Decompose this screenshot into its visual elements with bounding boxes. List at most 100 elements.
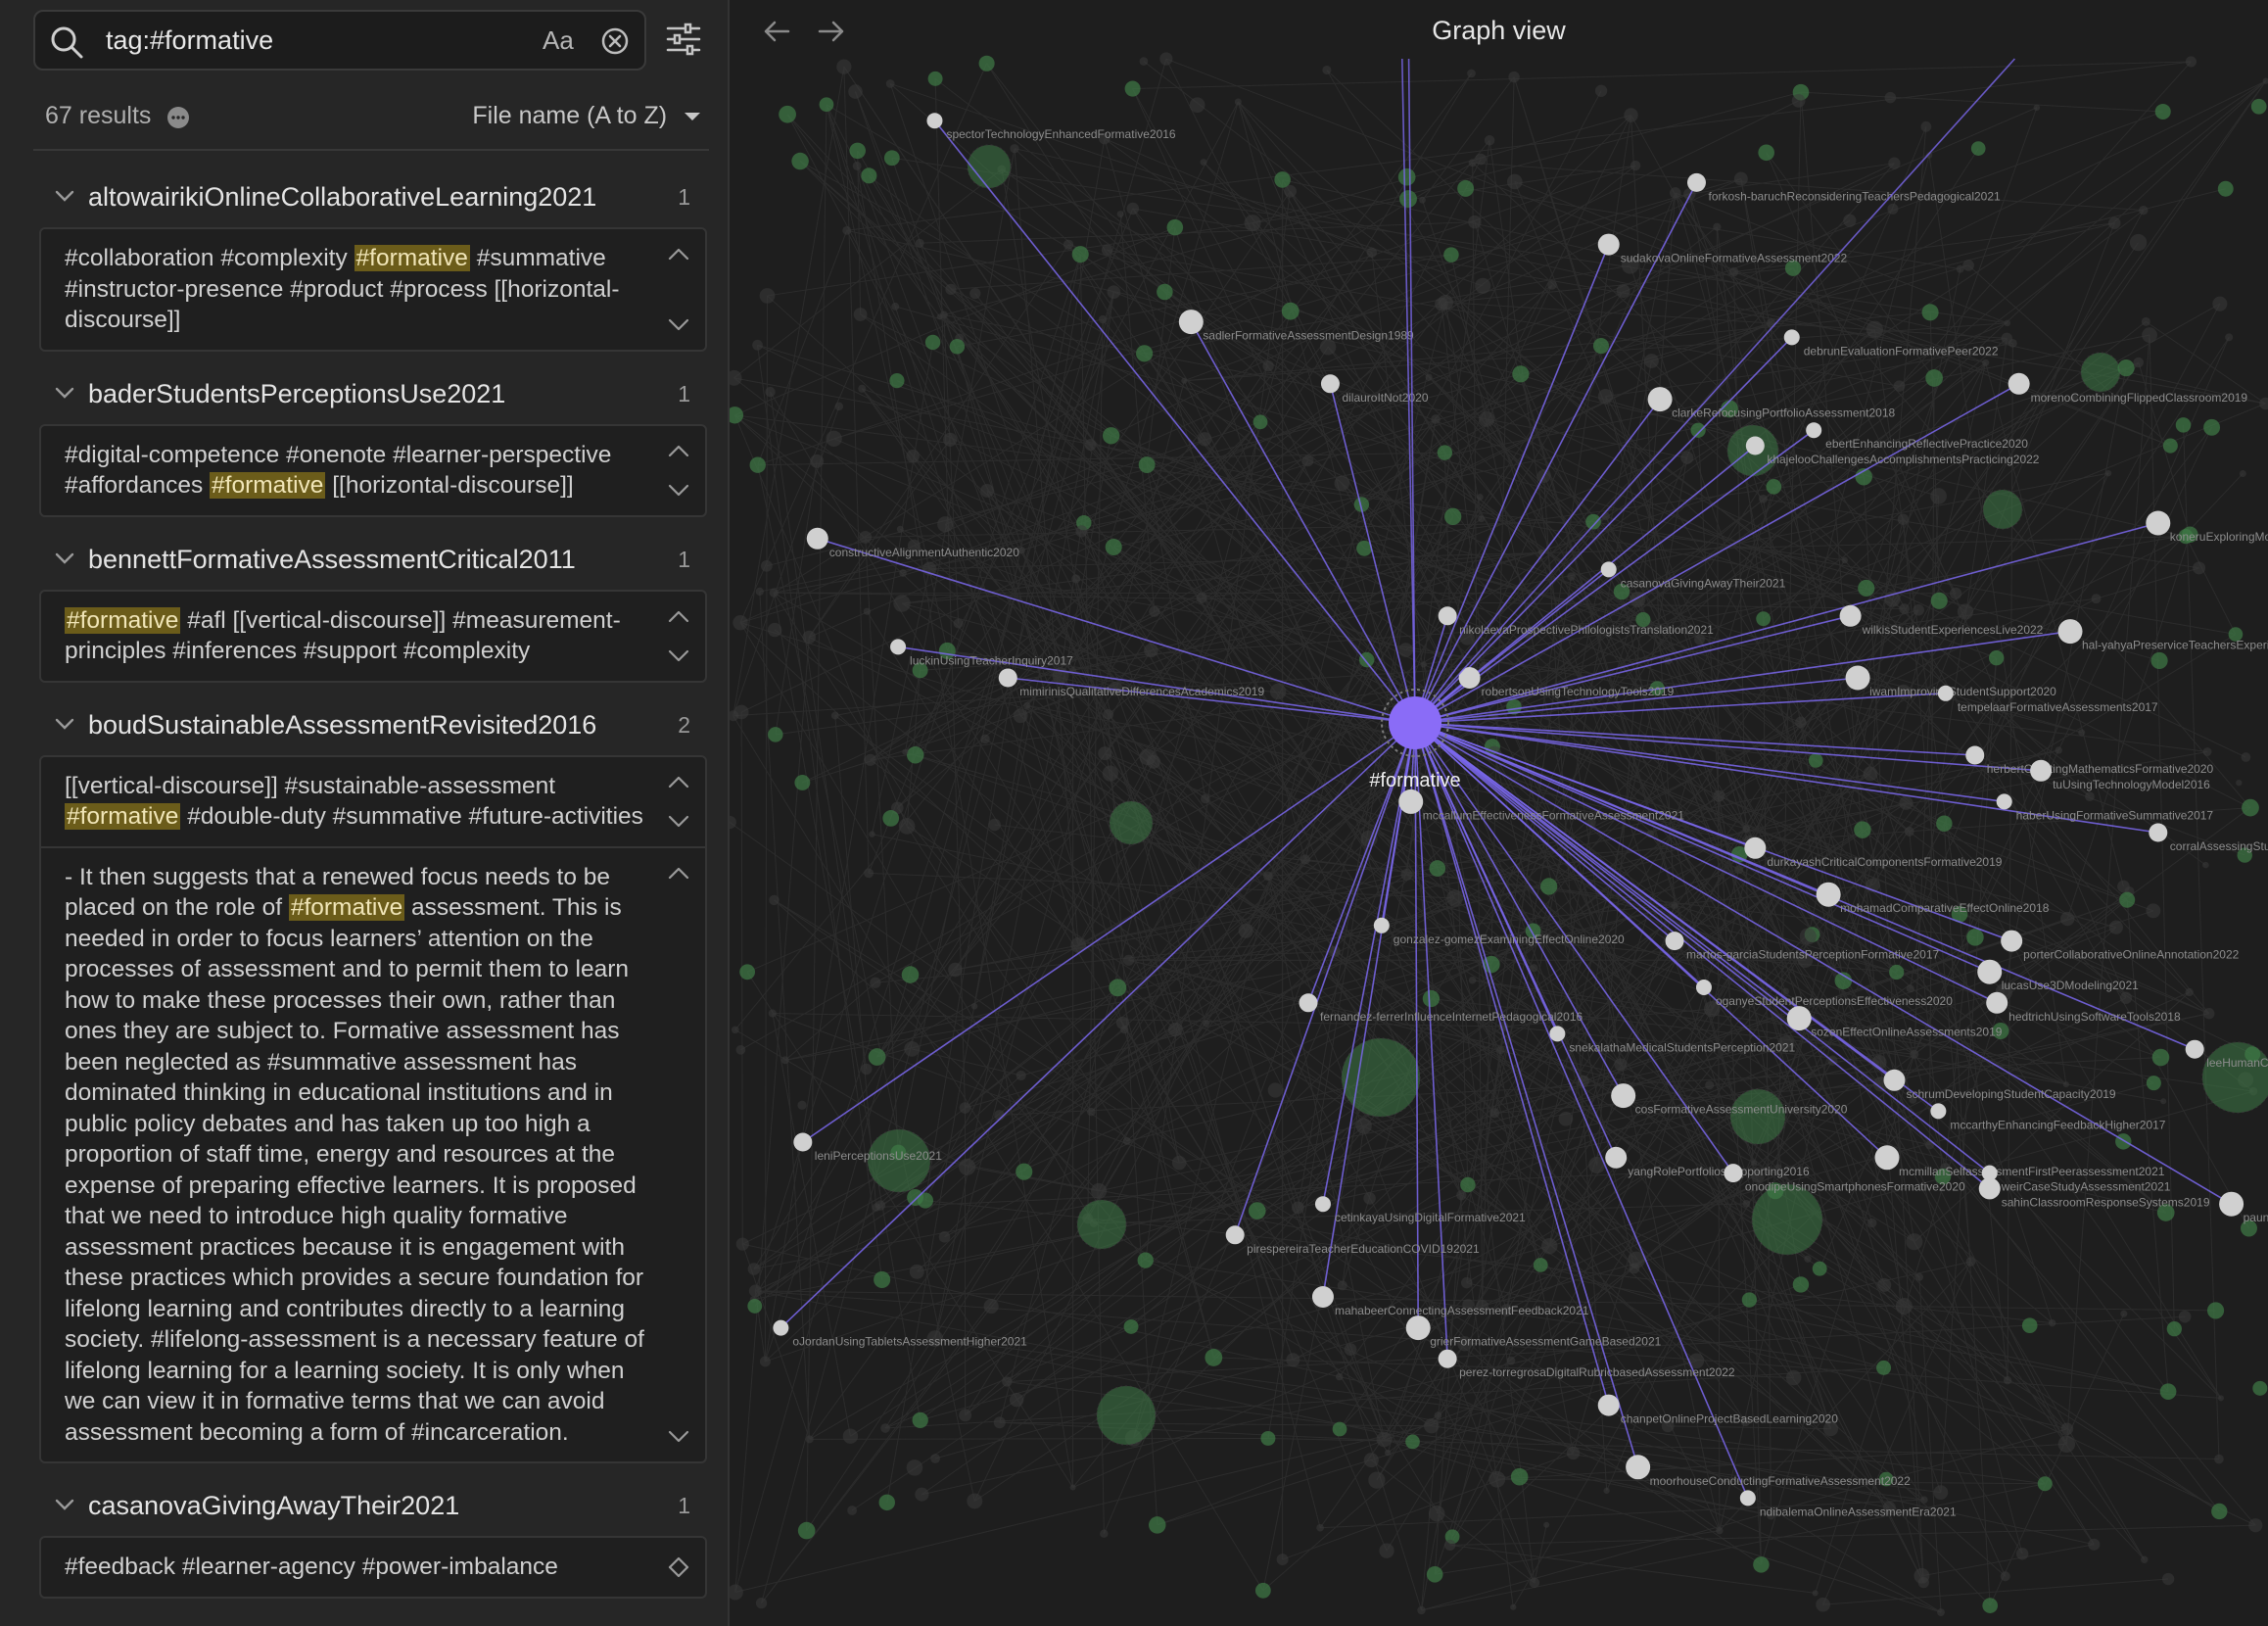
background-node[interactable]: [874, 1200, 886, 1211]
note-node[interactable]: [1225, 1225, 1245, 1245]
background-node[interactable]: [2055, 746, 2062, 754]
background-node[interactable]: [1284, 184, 1297, 198]
background-node[interactable]: [2178, 1310, 2192, 1323]
background-node[interactable]: [1276, 1554, 1289, 1566]
expand-context-up-icon[interactable]: [668, 609, 689, 623]
background-node[interactable]: [1630, 160, 1641, 171]
background-node[interactable]: [904, 1040, 921, 1057]
background-node[interactable]: [1286, 1353, 1300, 1367]
background-node[interactable]: [1189, 97, 1205, 114]
background-node[interactable]: [2133, 357, 2144, 368]
background-node[interactable]: [1103, 708, 1114, 720]
tag-node[interactable]: [924, 334, 941, 351]
background-node[interactable]: [760, 559, 773, 572]
background-node[interactable]: [1269, 683, 1287, 700]
background-node[interactable]: [1263, 871, 1273, 882]
tag-node[interactable]: [878, 1494, 895, 1511]
tag-node[interactable]: [2252, 1380, 2268, 1396]
background-node[interactable]: [1910, 1049, 1919, 1059]
tag-node[interactable]: [1512, 365, 1530, 383]
background-node[interactable]: [1614, 1058, 1628, 1072]
background-node[interactable]: [1107, 285, 1121, 299]
tag-cluster-node[interactable]: [1729, 1088, 1786, 1145]
background-node[interactable]: [1144, 643, 1158, 658]
background-node[interactable]: [1200, 159, 1207, 167]
note-node[interactable]: [998, 668, 1017, 688]
background-node[interactable]: [826, 430, 842, 448]
tag-node[interactable]: [2206, 1302, 2225, 1319]
tag-node[interactable]: [874, 1270, 891, 1288]
background-node[interactable]: [1920, 1496, 1928, 1504]
background-node[interactable]: [2236, 779, 2243, 787]
background-node[interactable]: [1091, 1182, 1108, 1199]
result-file-title[interactable]: baderStudentsPerceptionsUse2021: [88, 379, 505, 409]
tag-node[interactable]: [1166, 218, 1184, 236]
background-node[interactable]: [930, 1454, 940, 1463]
tag-node[interactable]: [2021, 1317, 2038, 1334]
background-node[interactable]: [853, 308, 868, 321]
expand-context-down-icon[interactable]: [668, 318, 689, 332]
background-node[interactable]: [2225, 333, 2234, 342]
tag-node[interactable]: [791, 152, 809, 170]
background-node[interactable]: [2146, 903, 2161, 919]
note-node[interactable]: [1695, 980, 1712, 995]
note-node[interactable]: [1314, 1196, 1331, 1213]
background-node[interactable]: [1363, 1453, 1379, 1468]
note-node[interactable]: [2185, 1039, 2204, 1059]
background-node[interactable]: [1601, 511, 1610, 521]
background-node[interactable]: [885, 79, 895, 88]
note-node[interactable]: [806, 527, 828, 550]
background-node[interactable]: [1597, 388, 1614, 405]
background-node[interactable]: [1728, 266, 1739, 277]
background-node[interactable]: [1010, 144, 1019, 154]
background-node[interactable]: [906, 449, 920, 463]
background-node[interactable]: [2129, 233, 2148, 252]
background-node[interactable]: [1913, 603, 1924, 616]
background-node[interactable]: [2003, 1376, 2012, 1385]
tag-node[interactable]: [1274, 171, 1291, 188]
tag-node[interactable]: [1260, 1430, 1276, 1446]
background-node[interactable]: [810, 454, 825, 468]
tag-node[interactable]: [749, 456, 766, 473]
background-node[interactable]: [988, 818, 1001, 832]
background-node[interactable]: [732, 1026, 739, 1034]
background-node[interactable]: [1424, 1417, 1440, 1434]
background-node[interactable]: [1558, 1111, 1574, 1126]
tag-node[interactable]: [1592, 338, 1610, 355]
tag-node[interactable]: [1808, 753, 1823, 768]
background-node[interactable]: [1420, 661, 1427, 668]
tag-node[interactable]: [1437, 445, 1453, 460]
background-node[interactable]: [1244, 215, 1261, 232]
background-node[interactable]: [780, 1056, 789, 1065]
tag-node[interactable]: [2162, 438, 2178, 454]
note-node[interactable]: [1806, 422, 1822, 439]
background-node[interactable]: [959, 1102, 971, 1114]
tag-node[interactable]: [849, 142, 866, 160]
tag-node[interactable]: [1124, 80, 1141, 97]
background-node[interactable]: [906, 1459, 923, 1476]
background-node[interactable]: [2203, 1008, 2215, 1020]
background-node[interactable]: [959, 1409, 972, 1422]
tag-node[interactable]: [1071, 246, 1089, 263]
background-node[interactable]: [836, 59, 852, 74]
background-node[interactable]: [1355, 1118, 1372, 1134]
background-node[interactable]: [748, 1284, 762, 1298]
background-node[interactable]: [915, 238, 924, 248]
note-node[interactable]: [1311, 1286, 1334, 1308]
note-node[interactable]: [1647, 387, 1673, 412]
background-node[interactable]: [1920, 120, 1932, 132]
collapse-chevron-icon[interactable]: [53, 712, 76, 736]
background-node[interactable]: [1123, 954, 1135, 966]
background-node[interactable]: [2108, 920, 2123, 934]
background-node[interactable]: [993, 1416, 1006, 1429]
background-node[interactable]: [1930, 488, 1947, 504]
expand-context-down-icon[interactable]: [668, 815, 689, 829]
note-node[interactable]: [1597, 1394, 1620, 1416]
background-node[interactable]: [1543, 1521, 1550, 1528]
tag-node[interactable]: [1137, 1252, 1154, 1268]
background-node[interactable]: [1742, 1200, 1751, 1208]
note-node[interactable]: [1597, 233, 1620, 256]
background-node[interactable]: [2241, 752, 2251, 762]
background-node[interactable]: [1063, 239, 1074, 250]
background-node[interactable]: [1506, 173, 1523, 190]
